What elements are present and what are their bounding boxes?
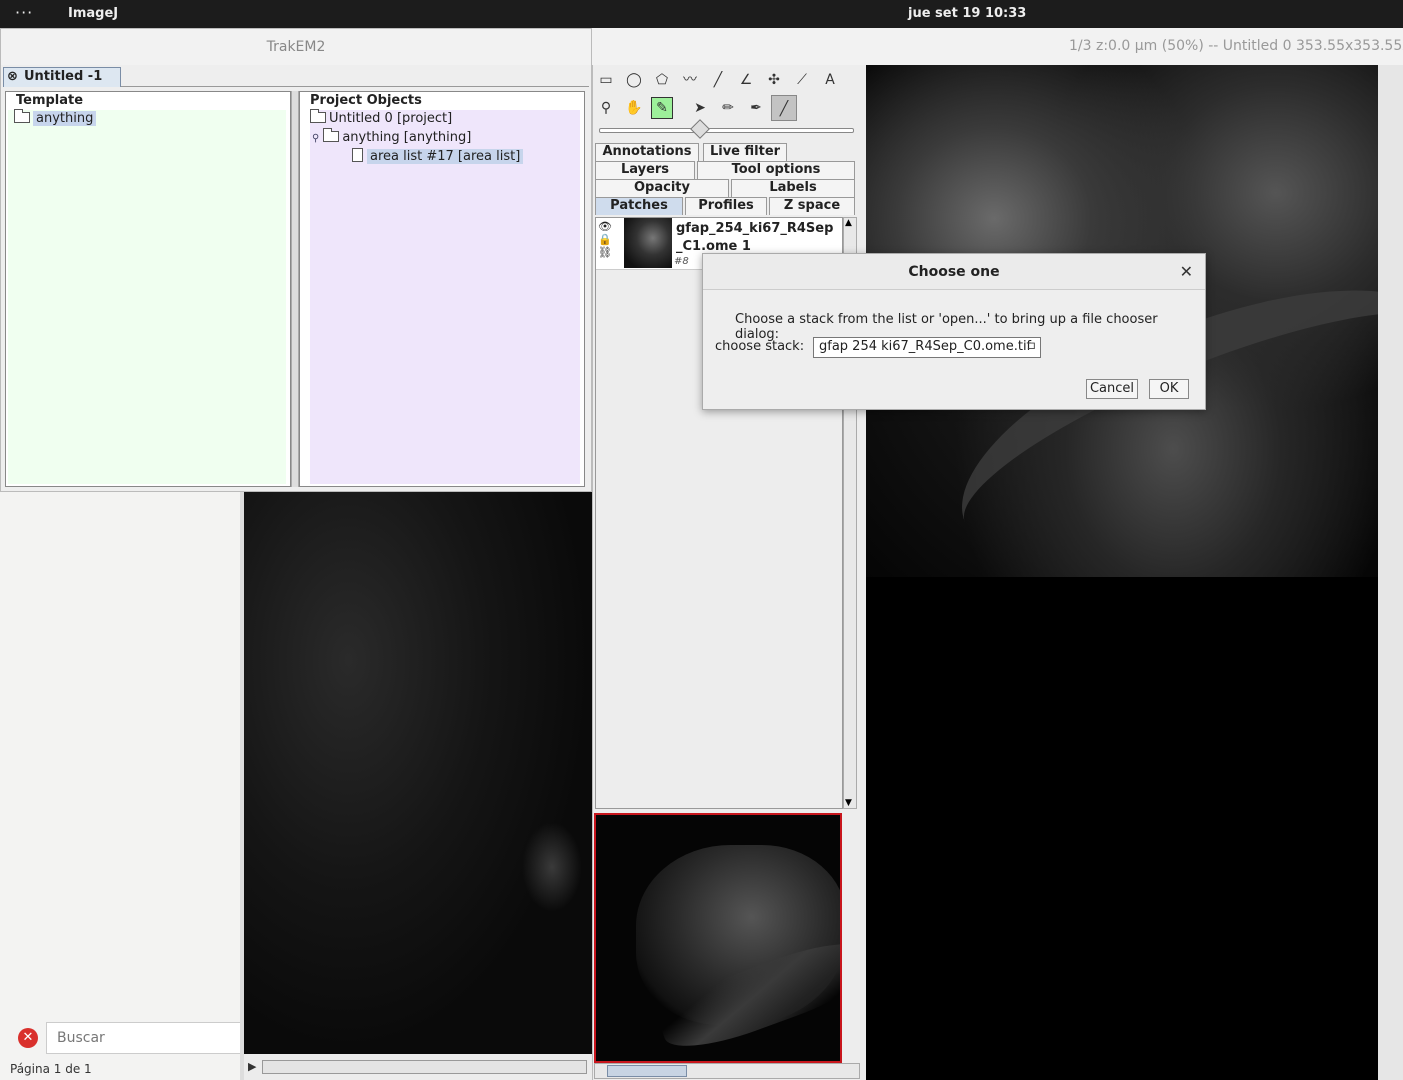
project-node-root[interactable]: Untitled 0 [project] bbox=[310, 109, 453, 128]
scroll-down-icon[interactable]: ▼ bbox=[845, 798, 852, 808]
point-tool-icon[interactable]: ✣ bbox=[761, 67, 787, 93]
lock-icon[interactable]: 🔒 bbox=[598, 233, 622, 246]
visibility-eye-icon[interactable]: 👁 bbox=[598, 220, 622, 233]
system-top-bar: ··· ImageJ jue set 19 10:33 bbox=[0, 0, 1403, 28]
activities-menu-icon[interactable]: ··· bbox=[15, 3, 33, 22]
template-tree-background bbox=[8, 110, 286, 484]
template-tree-pane: Template anything bbox=[5, 91, 291, 487]
project-node-area-list[interactable]: area list #17 [area list] bbox=[352, 148, 524, 166]
project-objects-header: Project Objects bbox=[310, 93, 422, 108]
background-image bbox=[244, 492, 592, 1054]
tab-opacity[interactable]: Opacity bbox=[595, 179, 729, 197]
line-tool-icon[interactable]: ╱ bbox=[705, 67, 731, 93]
tab-layers[interactable]: Layers bbox=[595, 161, 695, 179]
template-node-label: anything bbox=[33, 111, 97, 126]
tools-panel: ▭ ◯ ⬠ 〰 ╱ ∠ ✣ ⟋ A ⚲ ✋ ✎ ➤ ✏ ✒ ╱ Annotati… bbox=[592, 65, 866, 1080]
clear-search-icon[interactable]: ✕ bbox=[18, 1028, 38, 1048]
folder-icon bbox=[323, 128, 340, 142]
tab-untitled-label: Untitled -1 bbox=[24, 69, 103, 84]
clock[interactable]: jue set 19 10:33 bbox=[908, 6, 1026, 21]
color-picker-tool-icon[interactable]: ✎ bbox=[651, 97, 673, 119]
document-viewer-background bbox=[0, 492, 240, 1080]
project-node-root-label: Untitled 0 [project] bbox=[329, 111, 453, 126]
split-pane-divider[interactable] bbox=[291, 91, 299, 487]
folder-icon bbox=[310, 109, 326, 123]
trakem2-window: TrakEM2 ⊗ Untitled -1 Template anything … bbox=[0, 28, 592, 492]
page-icon bbox=[352, 148, 363, 162]
select-arrow-tool-icon[interactable]: ➤ bbox=[687, 95, 713, 121]
canvas-window-title: 1/3 z:0.0 µm (50%) -- Untitled 0 353.55x… bbox=[592, 28, 1403, 65]
pen-tool-icon[interactable]: ✒ bbox=[743, 95, 769, 121]
minimap-scroll-thumb[interactable] bbox=[607, 1065, 687, 1077]
folder-icon bbox=[14, 109, 30, 123]
tab-live-filter[interactable]: Live filter bbox=[703, 143, 787, 161]
tool-slider[interactable] bbox=[599, 128, 854, 133]
hand-tool-icon[interactable]: ✋ bbox=[621, 95, 647, 121]
project-objects-pane: Project Objects Untitled 0 [project] ⚲ an… bbox=[299, 91, 585, 487]
choose-one-dialog: Choose one ✕ Choose a stack from the lis… bbox=[702, 253, 1206, 410]
link-icon[interactable]: ⛓ bbox=[598, 246, 622, 259]
cancel-button[interactable]: Cancel bbox=[1086, 379, 1138, 399]
scroll-track[interactable] bbox=[262, 1060, 587, 1074]
close-tab-icon[interactable]: ⊗ bbox=[7, 68, 18, 86]
stack-select-value: gfap 254 ki67_R4Sep_C0.ome.tif bbox=[819, 339, 1032, 354]
patch-thumbnail bbox=[624, 218, 672, 268]
trakem2-window-title: TrakEM2 bbox=[1, 29, 591, 65]
tab-profiles[interactable]: Profiles bbox=[685, 197, 767, 215]
dialog-title: Choose one bbox=[703, 254, 1205, 290]
angle-tool-icon[interactable]: ∠ bbox=[733, 67, 759, 93]
tool-slider-thumb[interactable] bbox=[690, 119, 710, 139]
background-image-blob bbox=[522, 822, 582, 912]
stack-select[interactable]: gfap 254 ki67_R4Sep_C0.ome.tif ⊐ bbox=[813, 337, 1041, 358]
page-info: Página 1 de 1 bbox=[10, 1062, 92, 1076]
project-objects-background bbox=[310, 110, 580, 484]
tab-patches[interactable]: Patches bbox=[595, 197, 683, 215]
choose-stack-label: choose stack: bbox=[715, 339, 805, 354]
close-icon[interactable]: ✕ bbox=[1180, 262, 1193, 281]
background-image-window: ▶ bbox=[240, 492, 596, 1080]
tab-z-space[interactable]: Z space bbox=[769, 197, 855, 215]
patch-name-line1: gfap_254_ki67_R4Sep bbox=[676, 221, 834, 236]
magnifier-tool-icon[interactable]: ⚲ bbox=[593, 95, 619, 121]
tree-expand-icon[interactable]: ⚲ bbox=[312, 133, 319, 144]
project-node-area-list-label: area list #17 [area list] bbox=[367, 149, 524, 164]
project-node-anything[interactable]: ⚲ anything [anything] bbox=[312, 128, 472, 147]
app-menu-label[interactable]: ImageJ bbox=[68, 6, 118, 21]
patch-id: #8 bbox=[674, 256, 689, 267]
tab-labels[interactable]: Labels bbox=[731, 179, 855, 197]
pencil-tool-icon[interactable]: ✏ bbox=[715, 95, 741, 121]
horizontal-scrollbar[interactable]: ▶ bbox=[244, 1054, 596, 1080]
chevron-down-icon: ⊐ bbox=[1026, 339, 1036, 352]
minimap-scrollbar[interactable] bbox=[594, 1063, 860, 1079]
freehand-tool-icon[interactable]: 〰 bbox=[677, 67, 703, 93]
project-tab-row: ⊗ Untitled -1 bbox=[3, 67, 589, 87]
polygon-tool-icon[interactable]: ⬠ bbox=[649, 67, 675, 93]
search-input[interactable]: Buscar bbox=[46, 1022, 240, 1054]
rectangle-tool-icon[interactable]: ▭ bbox=[593, 67, 619, 93]
template-header: Template bbox=[16, 93, 84, 108]
tab-annotations[interactable]: Annotations bbox=[595, 143, 699, 161]
wand-tool-icon[interactable]: ⟋ bbox=[789, 67, 815, 93]
image-canvas[interactable] bbox=[866, 65, 1378, 1080]
template-node-anything[interactable]: anything bbox=[14, 109, 97, 128]
project-node-anything-label: anything [anything] bbox=[342, 130, 472, 145]
scroll-up-icon[interactable]: ▲ bbox=[845, 218, 852, 228]
patch-name: gfap_254_ki67_R4Sep _C1.ome 1 bbox=[676, 220, 834, 256]
tab-tool-options[interactable]: Tool options bbox=[697, 161, 855, 179]
scroll-left-icon[interactable]: ▶ bbox=[248, 1060, 256, 1073]
ok-button[interactable]: OK bbox=[1149, 379, 1189, 399]
tab-untitled[interactable]: ⊗ Untitled -1 bbox=[3, 67, 121, 87]
brush-tool-icon[interactable]: ╱ bbox=[771, 95, 797, 121]
canvas-right-strip bbox=[1378, 65, 1403, 1080]
patch-row-icons: 👁 🔒 ⛓ bbox=[598, 220, 622, 259]
text-tool-icon[interactable]: A bbox=[817, 67, 843, 93]
search-bar: ✕ Buscar bbox=[0, 1020, 240, 1056]
navigator-minimap[interactable] bbox=[594, 813, 842, 1063]
oval-tool-icon[interactable]: ◯ bbox=[621, 67, 647, 93]
